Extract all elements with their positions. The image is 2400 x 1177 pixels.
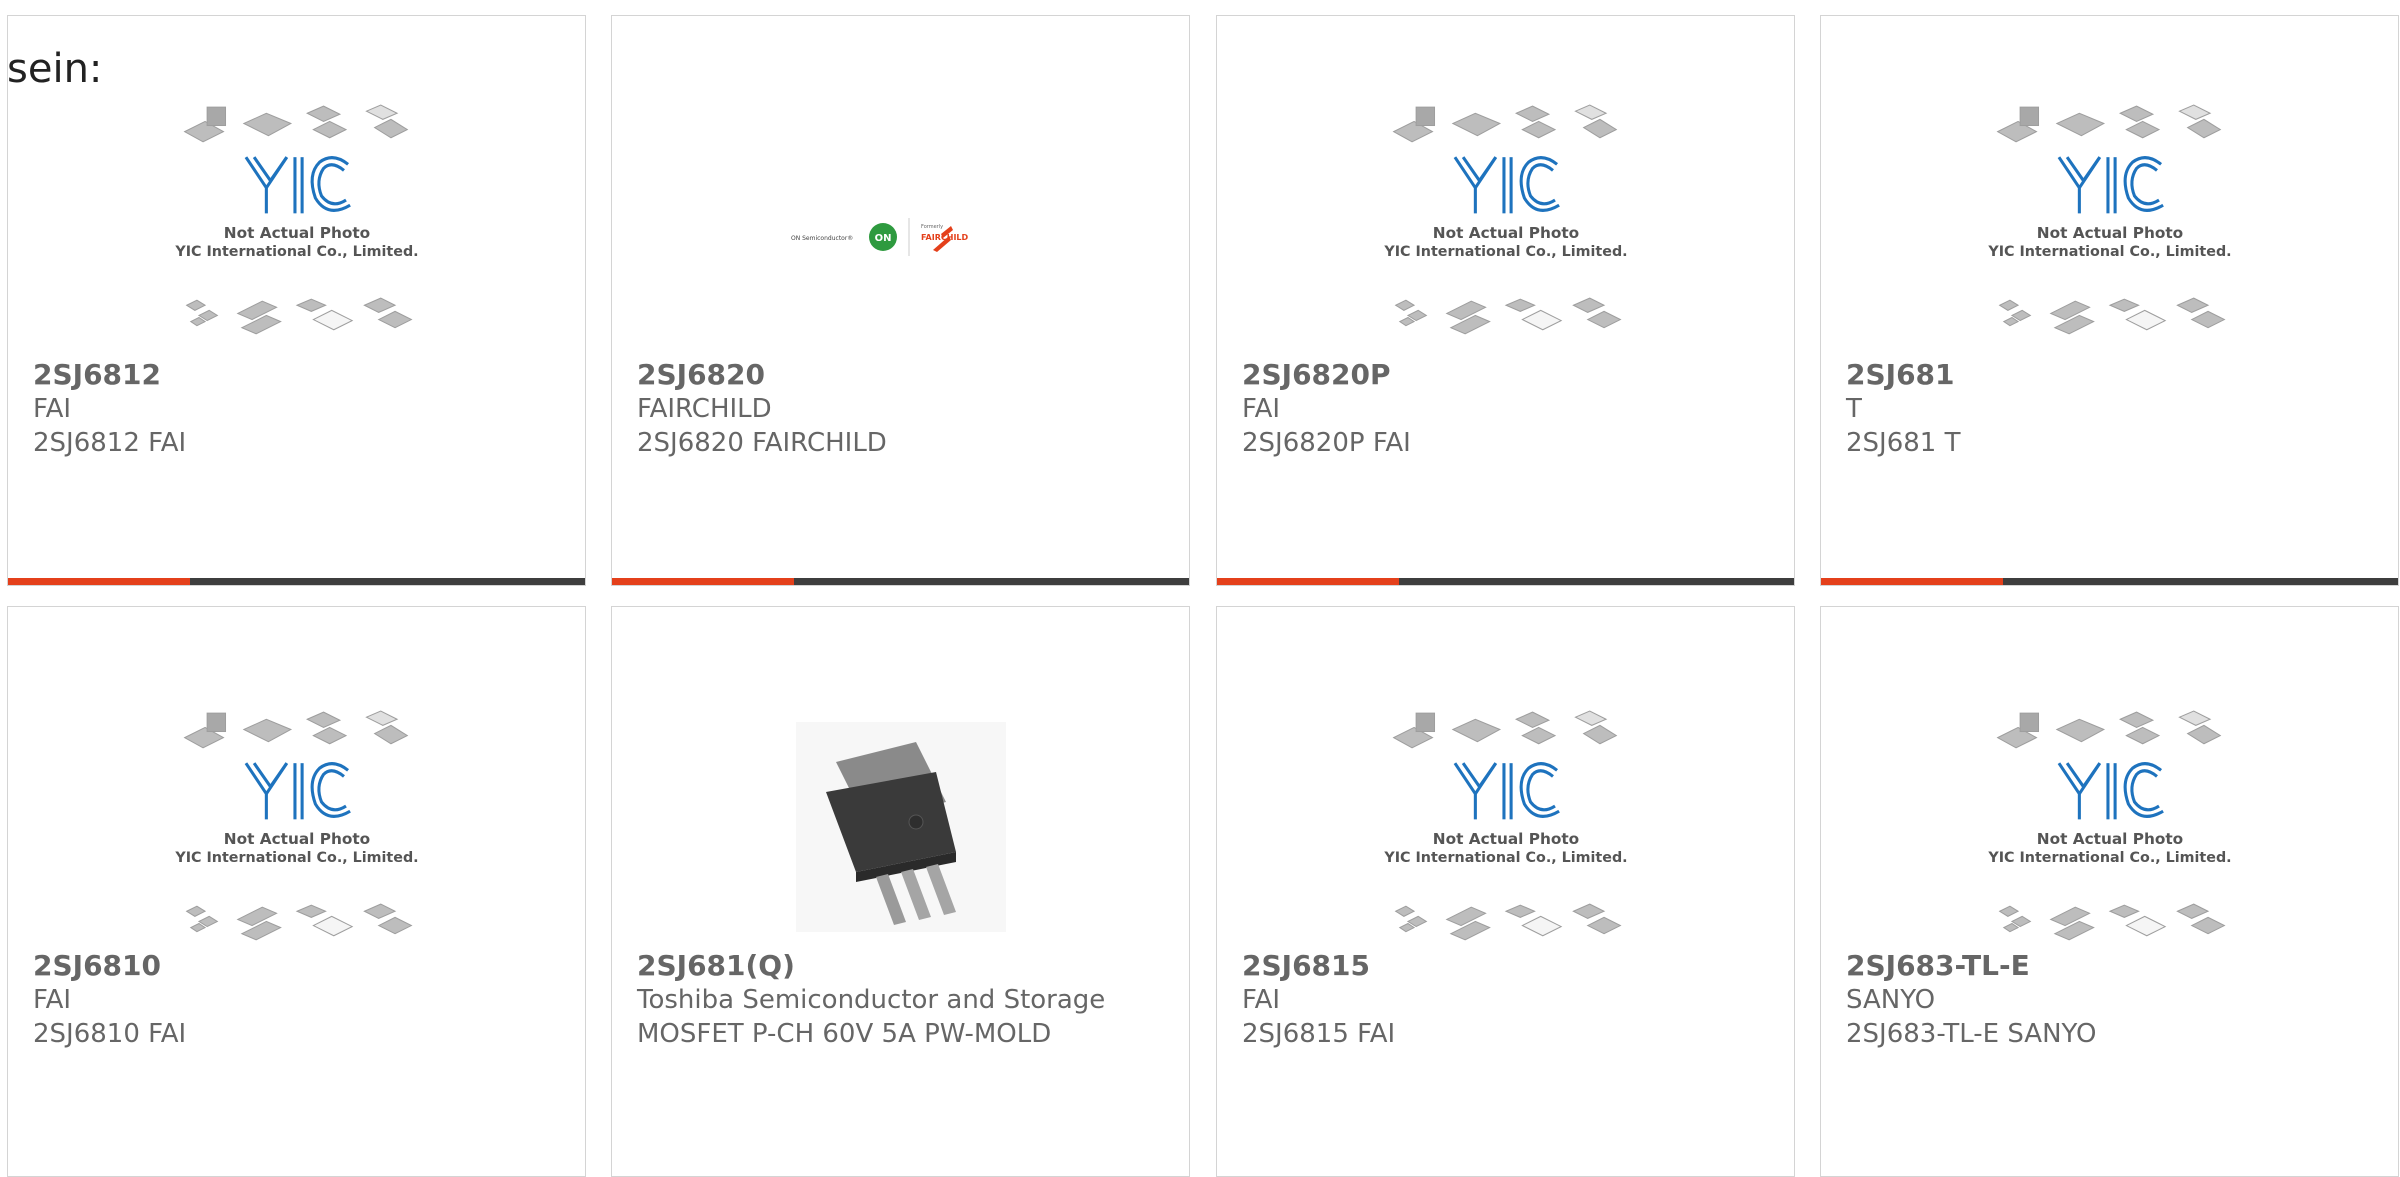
cut-off-heading: sein:	[7, 46, 103, 92]
card-footer-bar	[8, 578, 585, 585]
product-info: 2SJ6815 FAI 2SJ6815 FAI	[1242, 949, 1774, 1051]
placeholder-image: Not Actual Photo YIC International Co., …	[1975, 707, 2245, 947]
card-accent	[1821, 578, 2003, 585]
manufacturer: FAIRCHILD	[637, 394, 772, 424]
part-number-link[interactable]: 2SJ6815	[1242, 949, 1774, 983]
placeholder-line2: YIC International Co., Limited.	[174, 244, 418, 260]
placeholder-line2: YIC International Co., Limited.	[174, 850, 418, 866]
placeholder-image: Not Actual Photo YIC International Co., …	[1975, 101, 2245, 341]
product-info: 2SJ683-TL-E SANYO 2SJ683-TL-E SANYO	[1846, 949, 2378, 1051]
description: 2SJ6812 FAI	[33, 428, 187, 458]
placeholder-line2: YIC International Co., Limited.	[1383, 850, 1627, 866]
placeholder-line1: Not Actual Photo	[1432, 224, 1578, 242]
manufacturer: FAI	[1242, 394, 1281, 424]
part-number-link[interactable]: 2SJ681(Q)	[637, 949, 1169, 983]
description: 2SJ6820P FAI	[1242, 428, 1411, 458]
card-footer-bar	[612, 578, 1189, 585]
part-photo	[795, 722, 1006, 932]
description: 2SJ681 T	[1846, 428, 1961, 458]
placeholder-line2: YIC International Co., Limited.	[1987, 850, 2231, 866]
placeholder-image: Not Actual Photo YIC International Co., …	[162, 101, 432, 341]
brand-logo: ON Semiconductor® ON Formerly FAIRCHILD	[791, 206, 1011, 266]
product-card[interactable]: 2SJ681(Q) Toshiba Semiconductor and Stor…	[611, 606, 1190, 1177]
product-image[interactable]: Not Actual Photo YIC International Co., …	[8, 86, 585, 356]
description: 2SJ6810 FAI	[33, 1019, 187, 1049]
part-number-link[interactable]: 2SJ6820	[637, 358, 1169, 392]
svg-text:FAIRCHILD: FAIRCHILD	[921, 233, 969, 242]
card-accent	[612, 578, 794, 585]
manufacturer: SANYO	[1846, 985, 1936, 1015]
product-image[interactable]: Not Actual Photo YIC International Co., …	[1217, 692, 1794, 962]
svg-text:ON: ON	[874, 233, 891, 244]
product-card[interactable]: Not Actual Photo YIC International Co., …	[1216, 15, 1795, 586]
description: 2SJ6815 FAI	[1242, 1019, 1396, 1049]
placeholder-line2: YIC International Co., Limited.	[1383, 244, 1627, 260]
placeholder-line1: Not Actual Photo	[223, 830, 369, 848]
product-card[interactable]: Not Actual Photo YIC International Co., …	[1820, 606, 2399, 1177]
placeholder-image: Not Actual Photo YIC International Co., …	[1371, 707, 1641, 947]
card-accent	[8, 578, 190, 585]
product-info: 2SJ6820P FAI 2SJ6820P FAI	[1242, 358, 1774, 460]
product-image[interactable]: Not Actual Photo YIC International Co., …	[1821, 692, 2398, 962]
svg-text:Formerly: Formerly	[921, 224, 943, 230]
product-image[interactable]: ON Semiconductor® ON Formerly FAIRCHILD	[612, 101, 1189, 371]
part-number-link[interactable]: 2SJ6812	[33, 358, 565, 392]
manufacturer: T	[1846, 394, 1862, 424]
placeholder-line1: Not Actual Photo	[2036, 224, 2182, 242]
manufacturer: FAI	[1242, 985, 1281, 1015]
product-card[interactable]: Not Actual Photo YIC International Co., …	[7, 606, 586, 1177]
product-card[interactable]: Not Actual Photo YIC International Co., …	[7, 15, 586, 586]
product-info: 2SJ6810 FAI 2SJ6810 FAI	[33, 949, 565, 1051]
placeholder-line1: Not Actual Photo	[2036, 830, 2182, 848]
manufacturer: Toshiba Semiconductor and Storage	[637, 985, 1106, 1015]
card-footer-bar	[1217, 578, 1794, 585]
placeholder-line1: Not Actual Photo	[1432, 830, 1578, 848]
product-grid: Not Actual Photo YIC International Co., …	[0, 0, 2400, 1177]
product-info: 2SJ681 T 2SJ681 T	[1846, 358, 2378, 460]
placeholder-image: Not Actual Photo YIC International Co., …	[162, 707, 432, 947]
description: MOSFET P-CH 60V 5A PW-MOLD	[637, 1019, 1052, 1049]
card-accent	[1217, 578, 1399, 585]
product-image[interactable]: Not Actual Photo YIC International Co., …	[8, 692, 585, 962]
product-image[interactable]: Not Actual Photo YIC International Co., …	[1217, 86, 1794, 356]
description: 2SJ683-TL-E SANYO	[1846, 1019, 2097, 1049]
manufacturer: FAI	[33, 394, 72, 424]
placeholder-line2: YIC International Co., Limited.	[1987, 244, 2231, 260]
part-number-link[interactable]: 2SJ681	[1846, 358, 2378, 392]
product-info: 2SJ6820 FAIRCHILD 2SJ6820 FAIRCHILD	[637, 358, 1169, 460]
product-card[interactable]: Not Actual Photo YIC International Co., …	[1216, 606, 1795, 1177]
placeholder-line1: Not Actual Photo	[223, 224, 369, 242]
product-info: 2SJ681(Q) Toshiba Semiconductor and Stor…	[637, 949, 1169, 1051]
manufacturer: FAI	[33, 985, 72, 1015]
product-card[interactable]: Not Actual Photo YIC International Co., …	[1820, 15, 2399, 586]
card-footer-bar	[1821, 578, 2398, 585]
part-number-link[interactable]: 2SJ6810	[33, 949, 565, 983]
product-info: 2SJ6812 FAI 2SJ6812 FAI	[33, 358, 565, 460]
part-number-link[interactable]: 2SJ6820P	[1242, 358, 1774, 392]
product-image[interactable]	[612, 692, 1189, 962]
product-image[interactable]: Not Actual Photo YIC International Co., …	[1821, 86, 2398, 356]
description: 2SJ6820 FAIRCHILD	[637, 428, 887, 458]
product-card[interactable]: ON Semiconductor® ON Formerly FAIRCHILD …	[611, 15, 1190, 586]
placeholder-image: Not Actual Photo YIC International Co., …	[1371, 101, 1641, 341]
brand-left-text: ON Semiconductor®	[791, 235, 853, 242]
part-number-link[interactable]: 2SJ683-TL-E	[1846, 949, 2378, 983]
